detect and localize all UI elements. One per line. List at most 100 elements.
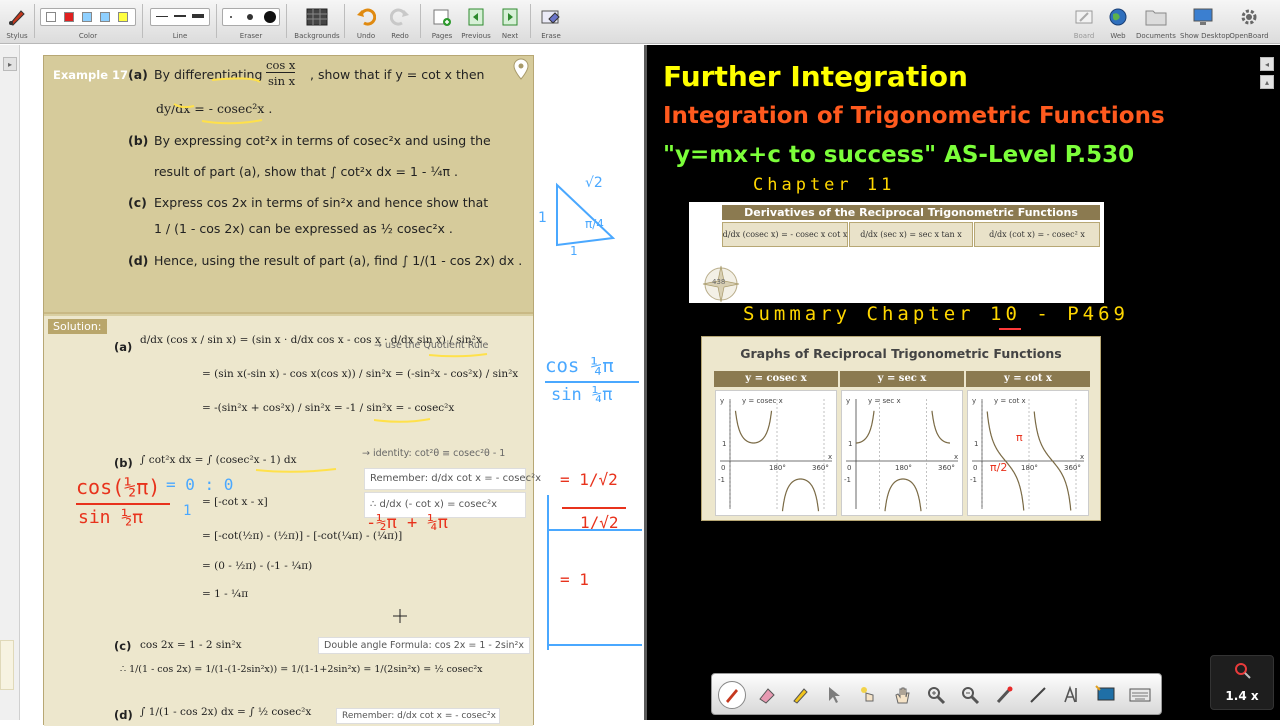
handwriting-side-1: 1 — [538, 210, 547, 226]
eraser-tool-button[interactable] — [752, 681, 780, 709]
handwriting-cos-quarter-pi: cos ¼π — [545, 355, 614, 377]
zoom-in-button[interactable] — [922, 681, 950, 709]
color-swatch-yellow[interactable] — [118, 12, 128, 22]
example-17-box: Example 17: (a) By differentiating cos x… — [44, 56, 533, 314]
redo-label: Redo — [391, 32, 409, 40]
monitor-icon — [1191, 5, 1215, 29]
hand-tool-button[interactable] — [888, 681, 916, 709]
laser-pointer-button[interactable] — [990, 681, 1018, 709]
handwriting-red-sum: -½π + ¼π — [366, 513, 448, 533]
solution-d-line-1: ∫ 1/(1 - cos 2x) dx = ∫ ½ cosec²x — [140, 706, 312, 718]
graph-x-label: x — [954, 453, 958, 461]
zoom-indicator[interactable]: 1.4 x — [1210, 655, 1274, 710]
graph-sec-plot: y = sec x 0 1 -1 180° 360° y x — [844, 397, 958, 512]
collapse-left-icon[interactable]: ▸ — [3, 57, 17, 71]
pages-label: Pages — [431, 32, 453, 40]
pages-button[interactable]: Pages — [428, 2, 456, 42]
backgrounds-label: Backgrounds — [294, 32, 340, 40]
derivatives-table-title: Derivatives of the Reciprocal Trigonomet… — [722, 205, 1100, 220]
yellow-underline-b — [255, 468, 337, 473]
keyboard-icon — [1129, 688, 1151, 702]
toolbar-separator — [530, 4, 531, 38]
marker-tool-button[interactable] — [786, 681, 814, 709]
next-page-button[interactable]: Next — [496, 2, 524, 42]
zoom-in-icon — [928, 687, 946, 705]
globe-icon — [1106, 5, 1130, 29]
magnifier-icon — [1234, 662, 1252, 685]
pin-icon[interactable] — [512, 58, 530, 80]
board-icon — [1072, 5, 1096, 29]
eraser-large-icon[interactable] — [264, 11, 276, 23]
solution-c-line-2: ∴ 1/(1 - cos 2x) = 1/(1-(1-2sin²x)) = 1/… — [120, 664, 483, 675]
double-angle-note: Double angle Formula: cos 2x = 1 - 2sin²… — [318, 637, 530, 654]
selector-tool-button[interactable] — [820, 681, 848, 709]
show-desktop-button[interactable]: Show Desktop — [1180, 2, 1230, 42]
redo-button[interactable]: Redo — [386, 2, 414, 42]
board-button[interactable]: Board — [1070, 2, 1098, 42]
handwriting-one-over-root2-top: = 1/√2 — [560, 470, 618, 489]
line-width-picker[interactable]: Line — [148, 2, 212, 42]
handwriting-blue-zero: = 0 : 0 — [166, 475, 234, 494]
side-tab[interactable] — [0, 640, 14, 690]
line-thin-icon[interactable] — [156, 16, 168, 17]
pen-tool-button[interactable] — [718, 681, 746, 709]
documents-button[interactable]: Documents — [1136, 2, 1176, 42]
part-c-text-2: 1 / (1 - cos 2x) can be expressed as ½ c… — [154, 221, 453, 236]
collapse-right-icon[interactable]: ◂ — [1260, 57, 1274, 71]
graph-sec: y = sec x 0 1 -1 180° 360° y x — [841, 390, 963, 516]
toolbar-separator — [216, 4, 217, 38]
derivative-cosec: d/dx (cosec x) = - cosec x cot x — [722, 222, 848, 247]
part-d-label: (d) — [128, 253, 149, 268]
handwriting-summary-text: Summary Chapter 10 - P469 — [743, 303, 1129, 325]
erase-all-button[interactable]: Erase — [536, 2, 566, 42]
part-b-label: (b) — [128, 133, 149, 148]
graph-tick-minus-1: -1 — [844, 476, 851, 484]
part-a-label: (a) — [128, 67, 148, 82]
openboard-menu-button[interactable]: OpenBoard — [1228, 2, 1270, 42]
capture-icon — [1095, 685, 1115, 701]
stylus-tool[interactable]: Stylus — [2, 2, 32, 42]
toolbar-separator — [286, 4, 287, 38]
color-picker[interactable]: Color — [38, 2, 138, 42]
board-label: Board — [1073, 32, 1095, 40]
next-label: Next — [501, 32, 519, 40]
example-label: Example 17: — [53, 68, 133, 82]
eraser-medium-icon[interactable] — [247, 14, 253, 20]
graph-cot: y = cot x 0 1 -1 180° 360° y x π π/2 — [967, 390, 1089, 516]
undo-button[interactable]: Undo — [352, 2, 380, 42]
textbook-page: Example 17: (a) By differentiating cos x… — [43, 55, 541, 726]
color-swatch-lightblue[interactable] — [82, 12, 92, 22]
color-swatch-white[interactable] — [46, 12, 56, 22]
graph-origin-label: 0 — [847, 464, 851, 472]
graph-heading-cosec: y = cosec x — [714, 371, 838, 387]
play-tool-button[interactable] — [854, 681, 882, 709]
derivative-sec: d/dx (sec x) = sec x tan x — [849, 222, 973, 247]
graph-cot-plot: y = cot x 0 1 -1 180° 360° y x — [970, 397, 1084, 511]
graph-curve-label: y = sec x — [868, 397, 901, 405]
undo-label: Undo — [356, 32, 376, 40]
backgrounds-button[interactable]: Backgrounds — [294, 2, 340, 42]
capture-tool-button[interactable] — [1092, 681, 1120, 709]
text-tool-button[interactable] — [1058, 681, 1086, 709]
line-medium-icon[interactable] — [174, 15, 186, 17]
line-tool-button[interactable] — [1024, 681, 1052, 709]
backgrounds-icon — [305, 5, 329, 29]
zoom-out-button[interactable] — [956, 681, 984, 709]
handwriting-sin-half-pi: sin ½π — [78, 507, 144, 528]
derivative-cot: d/dx (cot x) = - cosec² x — [974, 222, 1100, 247]
eraser-size-picker[interactable]: Eraser — [220, 2, 282, 42]
yellow-underline-a — [173, 77, 263, 125]
part-c-label: (c) — [128, 195, 147, 210]
keyboard-button[interactable] — [1126, 681, 1154, 709]
color-swatch-skyblue[interactable] — [100, 12, 110, 22]
graph-tick-minus-1: -1 — [970, 476, 977, 484]
title-integration-trig: Integration of Trigonometric Functions — [663, 103, 1165, 129]
part-c-text-1: Express cos 2x in terms of sin²x and hen… — [154, 195, 489, 210]
eraser-small-icon[interactable] — [230, 16, 232, 18]
web-button[interactable]: Web — [1104, 2, 1132, 42]
line-thick-icon[interactable] — [192, 14, 204, 18]
previous-page-button[interactable]: Previous — [460, 2, 492, 42]
title-y-mx-c: "y=mx+c to success" AS-Level P.530 — [663, 142, 1135, 168]
scroll-up-icon[interactable]: ▴ — [1260, 75, 1274, 89]
color-swatch-red[interactable] — [64, 12, 74, 22]
